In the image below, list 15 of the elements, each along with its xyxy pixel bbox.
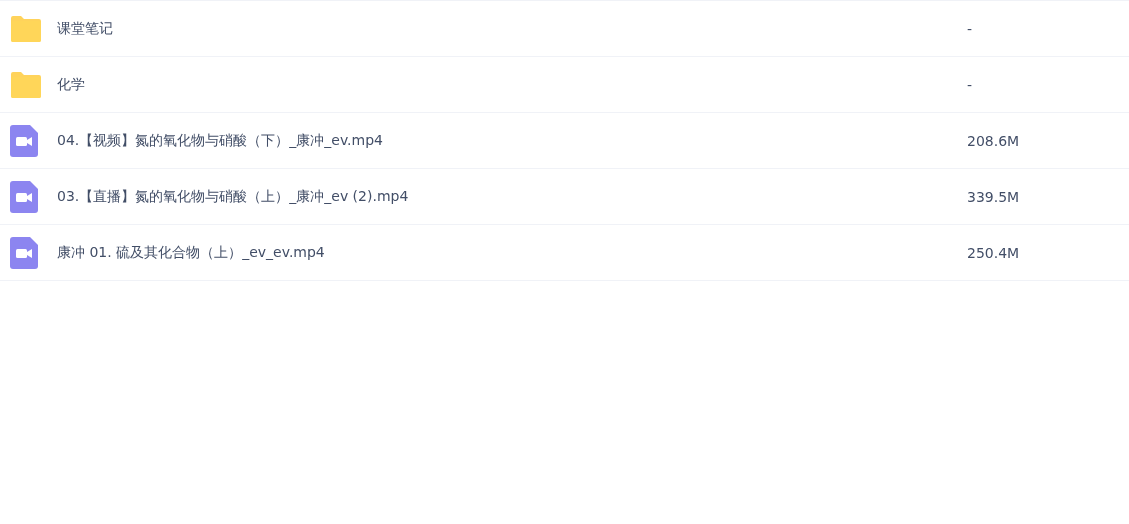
- folder-icon: [10, 15, 42, 42]
- video-file-icon: [10, 180, 38, 213]
- file-name[interactable]: 04.【视频】氮的氧化物与硝酸（下）_康冲_ev.mp4: [57, 131, 967, 150]
- file-size: 208.6M: [967, 132, 1021, 149]
- folder-name[interactable]: 化学: [57, 75, 967, 94]
- video-file-icon: [10, 236, 38, 269]
- folder-name[interactable]: 课堂笔记: [57, 19, 967, 38]
- file-size: -: [967, 76, 974, 93]
- file-size: 339.5M: [967, 188, 1021, 205]
- file-name[interactable]: 康冲 01. 硫及其化合物（上）_ev_ev.mp4: [57, 243, 967, 262]
- file-size: 250.4M: [967, 244, 1021, 261]
- video-file-icon: [10, 124, 38, 157]
- file-name[interactable]: 03.【直播】氮的氧化物与硝酸（上）_康冲_ev (2).mp4: [57, 187, 967, 206]
- folder-icon: [10, 71, 42, 98]
- file-size: -: [967, 20, 974, 37]
